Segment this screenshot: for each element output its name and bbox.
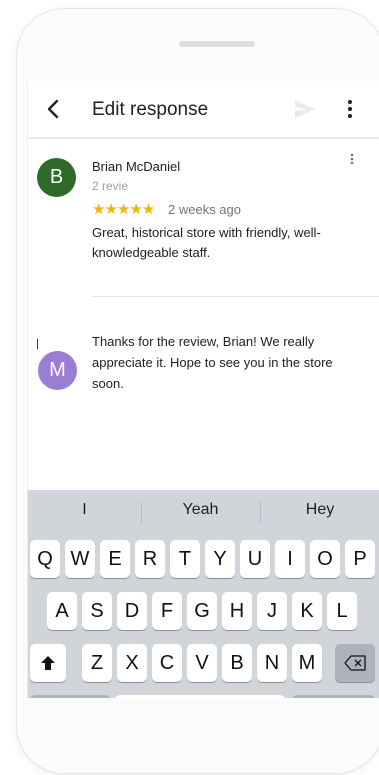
text-cursor: [37, 339, 38, 349]
key-m[interactable]: M: [292, 644, 322, 682]
key-v[interactable]: V: [187, 644, 217, 682]
key-l[interactable]: L: [327, 592, 357, 630]
key-z[interactable]: Z: [82, 644, 112, 682]
key-k[interactable]: K: [292, 592, 322, 630]
reviewer-avatar: B: [37, 158, 76, 197]
app-bar: Edit response: [28, 81, 379, 137]
key-t[interactable]: T: [170, 540, 200, 578]
back-arrow-icon[interactable]: [42, 97, 66, 121]
review-text: Great, historical store with friendly, w…: [92, 225, 321, 260]
more-options-icon[interactable]: [343, 98, 357, 120]
on-screen-keyboard: I Yeah Hey Q W E R T Y U I O P A S D F G…: [28, 490, 379, 698]
space-key[interactable]: [115, 695, 285, 698]
backspace-icon: [344, 655, 366, 671]
key-i[interactable]: I: [275, 540, 305, 578]
reviewer-name: Brian McDaniel: [92, 159, 181, 174]
key-h[interactable]: H: [222, 592, 252, 630]
shift-key[interactable]: [30, 644, 66, 682]
key-b[interactable]: B: [222, 644, 252, 682]
return-key[interactable]: [292, 695, 375, 698]
key-n[interactable]: N: [257, 644, 287, 682]
key-u[interactable]: U: [240, 540, 270, 578]
review-count: 2 revie: [92, 179, 129, 193]
key-q[interactable]: Q: [30, 540, 60, 578]
backspace-key[interactable]: [335, 644, 375, 682]
divider: [92, 296, 379, 297]
phone-speaker: [179, 41, 255, 47]
shift-icon: [41, 656, 55, 670]
page-title: Edit response: [92, 99, 209, 120]
key-x[interactable]: X: [117, 644, 147, 682]
key-f[interactable]: F: [152, 592, 182, 630]
key-p[interactable]: P: [345, 540, 375, 578]
review-more-icon[interactable]: [347, 153, 357, 167]
suggestion-3[interactable]: Hey: [260, 490, 379, 530]
owner-avatar: M: [38, 351, 77, 390]
suggestion-1[interactable]: I: [28, 490, 141, 530]
key-a[interactable]: A: [47, 592, 77, 630]
key-g[interactable]: G: [187, 592, 217, 630]
key-w[interactable]: W: [65, 540, 95, 578]
key-e[interactable]: E: [100, 540, 130, 578]
app-screen: Edit response B Brian McDaniel 2 revie ★…: [27, 81, 379, 698]
key-s[interactable]: S: [82, 592, 112, 630]
response-text-field[interactable]: Thanks for the review, Brian! We really …: [92, 331, 352, 394]
key-y[interactable]: Y: [205, 540, 235, 578]
numbers-key[interactable]: [30, 695, 110, 698]
key-o[interactable]: O: [310, 540, 340, 578]
send-icon[interactable]: [293, 98, 317, 120]
key-c[interactable]: C: [152, 644, 182, 682]
key-d[interactable]: D: [117, 592, 147, 630]
star-rating: ★★★★★: [92, 201, 155, 218]
review-date: 2 weeks ago: [168, 202, 241, 217]
suggestion-2[interactable]: Yeah: [141, 490, 260, 530]
key-j[interactable]: J: [257, 592, 287, 630]
key-r[interactable]: R: [135, 540, 165, 578]
